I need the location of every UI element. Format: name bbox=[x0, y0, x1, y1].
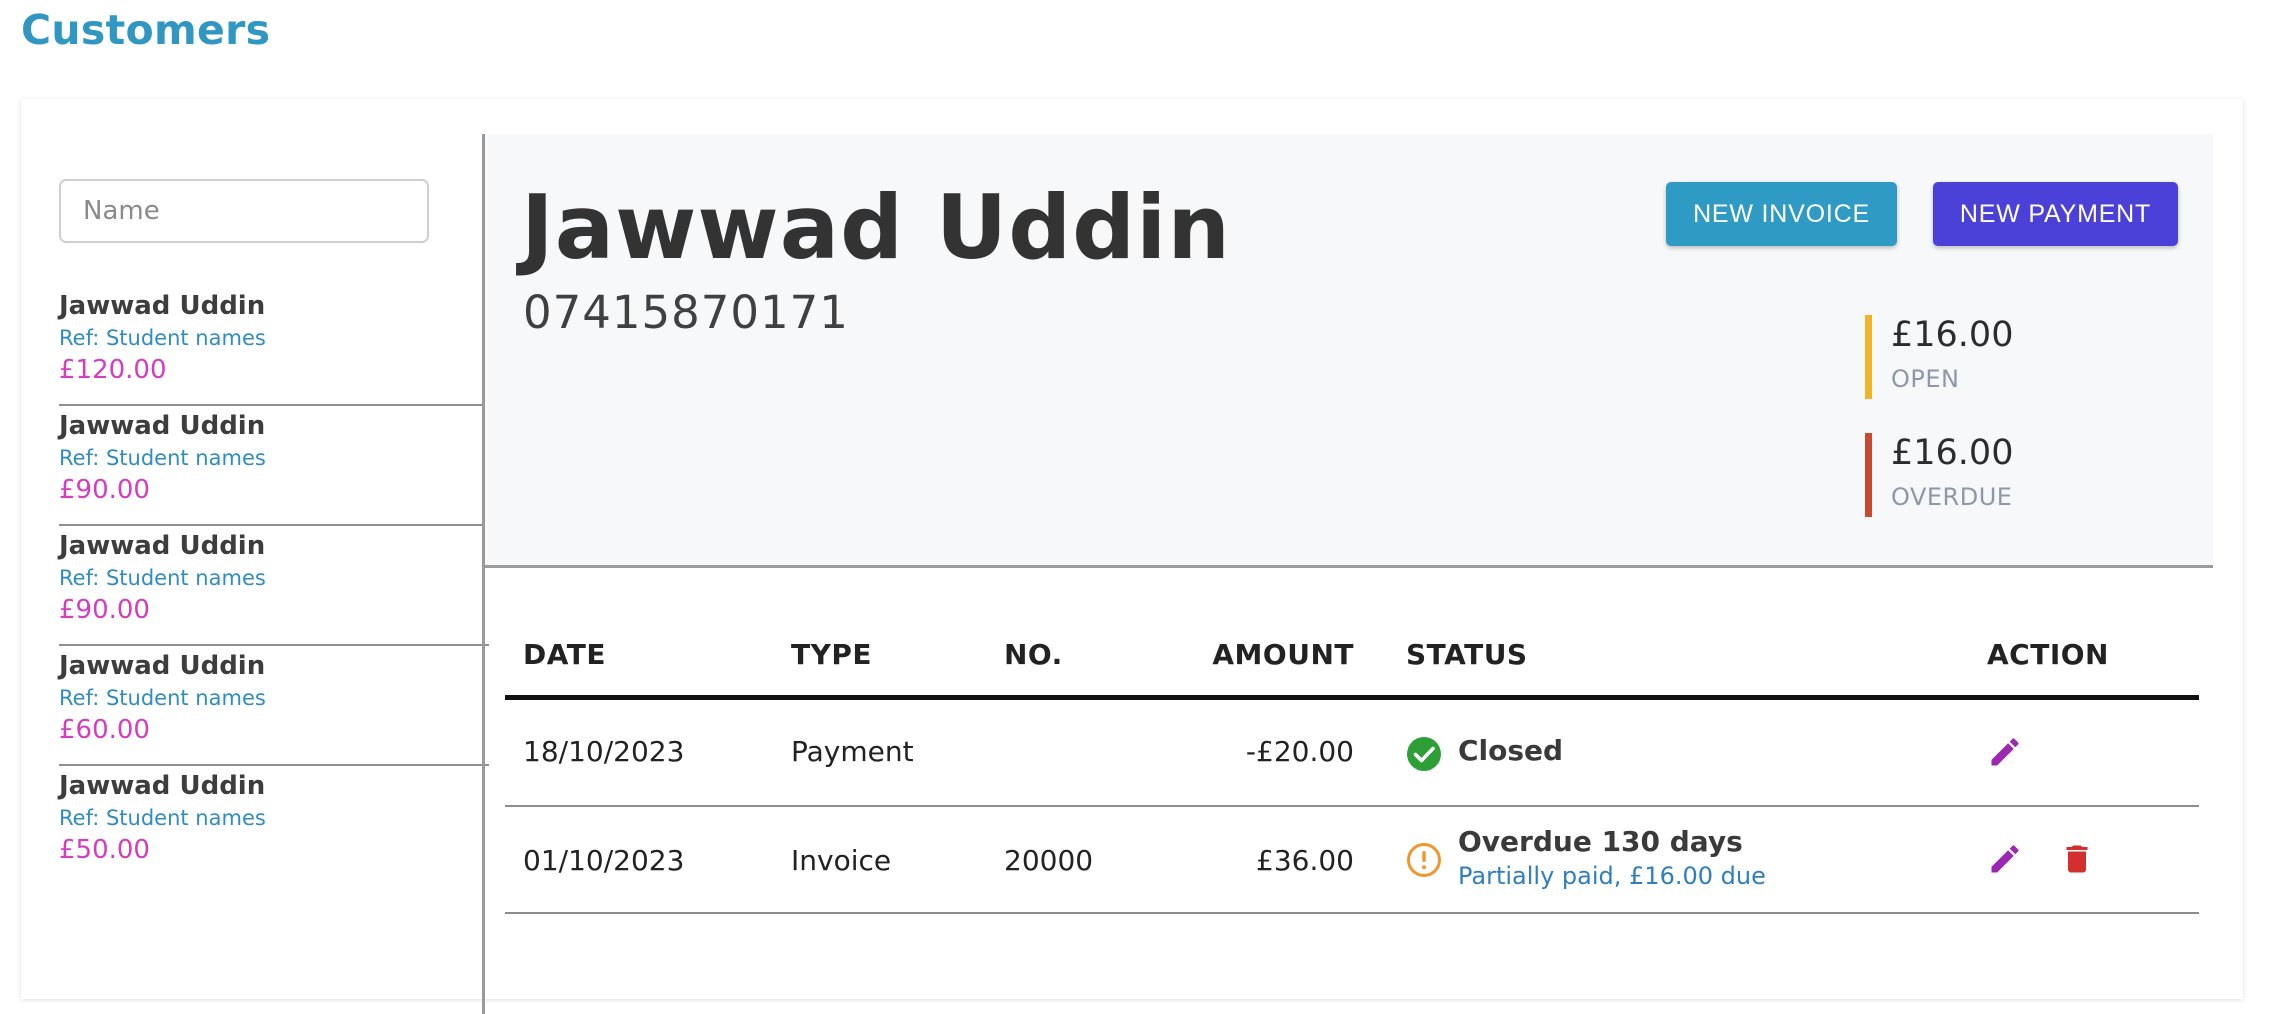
column-header-date[interactable]: DATE bbox=[523, 638, 606, 671]
table-row[interactable]: 18/10/2023 Payment -£20.00 Closed bbox=[505, 700, 2199, 807]
edit-icon[interactable] bbox=[1987, 841, 2023, 884]
customer-name: Jawwad Uddin bbox=[59, 771, 266, 801]
customer-name: Jawwad Uddin bbox=[59, 291, 266, 321]
customer-name: Jawwad Uddin bbox=[59, 651, 266, 681]
customer-balance: £90.00 bbox=[59, 595, 150, 625]
warning-circle-icon bbox=[1406, 842, 1442, 885]
customer-balance: £90.00 bbox=[59, 475, 150, 505]
overdue-amount: £16.00 bbox=[1891, 433, 2014, 473]
cell-type: Invoice bbox=[791, 844, 892, 877]
status-label: Closed bbox=[1458, 734, 1564, 767]
cell-date: 01/10/2023 bbox=[523, 844, 685, 877]
column-header-amount[interactable]: AMOUNT bbox=[1212, 638, 1354, 671]
new-invoice-button[interactable]: NEW INVOICE bbox=[1666, 182, 1897, 246]
customer-phone: 07415870171 bbox=[523, 286, 849, 339]
customer-balance: £60.00 bbox=[59, 715, 150, 745]
cell-amount: -£20.00 bbox=[1245, 735, 1354, 768]
cell-no: 20000 bbox=[1004, 844, 1094, 877]
customer-list-item[interactable]: Jawwad Uddin Ref: Student names £120.00 bbox=[59, 289, 489, 406]
column-header-status[interactable]: STATUS bbox=[1406, 638, 1528, 671]
open-amount: £16.00 bbox=[1891, 315, 2014, 355]
customer-search-input[interactable] bbox=[59, 179, 429, 243]
column-header-type[interactable]: TYPE bbox=[791, 638, 872, 671]
customer-ref: Ref: Student names bbox=[59, 566, 266, 590]
delete-icon[interactable] bbox=[2059, 841, 2095, 884]
customer-list-item[interactable]: Jawwad Uddin Ref: Student names £90.00 bbox=[59, 409, 489, 526]
customer-list-item[interactable]: Jawwad Uddin Ref: Student names £90.00 bbox=[59, 529, 489, 646]
table-header-row: DATE TYPE NO. AMOUNT STATUS ACTION bbox=[505, 632, 2199, 700]
cell-date: 18/10/2023 bbox=[523, 735, 685, 768]
open-indicator-bar bbox=[1865, 315, 1872, 399]
customer-list: Jawwad Uddin Ref: Student names £120.00 … bbox=[59, 289, 489, 886]
cell-amount: £36.00 bbox=[1256, 844, 1354, 877]
page-title: Customers bbox=[21, 6, 271, 54]
customer-ref: Ref: Student names bbox=[59, 806, 266, 830]
customer-name: Jawwad Uddin bbox=[59, 531, 266, 561]
transactions-table: DATE TYPE NO. AMOUNT STATUS ACTION 18/10… bbox=[505, 632, 2199, 914]
customer-list-item[interactable]: Jawwad Uddin Ref: Student names £50.00 bbox=[59, 769, 489, 886]
cell-type: Payment bbox=[791, 735, 914, 768]
status-label: Overdue 130 days bbox=[1458, 825, 1743, 858]
customer-ref: Ref: Student names bbox=[59, 686, 266, 710]
customer-header: Jawwad Uddin 07415870171 NEW INVOICE NEW… bbox=[485, 134, 2213, 568]
customer-ref: Ref: Student names bbox=[59, 326, 266, 350]
customer-name: Jawwad Uddin bbox=[59, 411, 266, 441]
edit-icon[interactable] bbox=[1987, 734, 2023, 777]
customer-balance: £120.00 bbox=[59, 355, 167, 385]
status-sublabel: Partially paid, £16.00 due bbox=[1458, 862, 1766, 890]
customer-title: Jawwad Uddin bbox=[521, 176, 1231, 279]
new-payment-button[interactable]: NEW PAYMENT bbox=[1933, 182, 2178, 246]
column-header-no[interactable]: NO. bbox=[1004, 638, 1063, 671]
customer-balance: £50.00 bbox=[59, 835, 150, 865]
overdue-label: OVERDUE bbox=[1891, 483, 2013, 511]
overdue-indicator-bar bbox=[1865, 433, 1872, 517]
customers-card: Jawwad Uddin Ref: Student names £120.00 … bbox=[21, 99, 2243, 1014]
column-header-action: ACTION bbox=[1987, 638, 2109, 671]
open-label: OPEN bbox=[1891, 365, 1960, 393]
table-row[interactable]: 01/10/2023 Invoice 20000 £36.00 Overdue … bbox=[505, 807, 2199, 914]
customer-list-item[interactable]: Jawwad Uddin Ref: Student names £60.00 bbox=[59, 649, 489, 766]
check-circle-icon bbox=[1406, 736, 1442, 779]
customer-ref: Ref: Student names bbox=[59, 446, 266, 470]
